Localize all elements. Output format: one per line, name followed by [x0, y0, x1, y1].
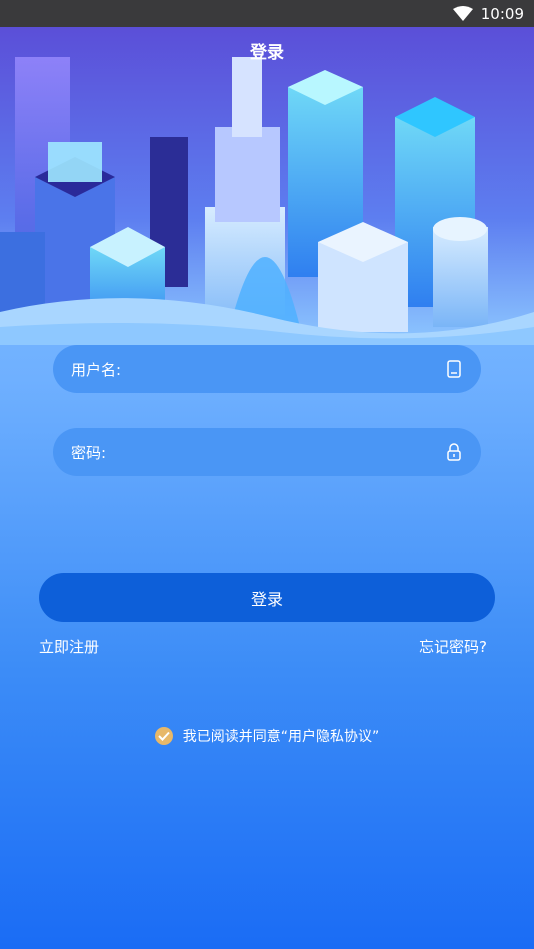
username-field[interactable]: 用户名:	[53, 345, 481, 393]
page-title: 登录	[250, 43, 284, 63]
register-link[interactable]: 立即注册	[39, 636, 99, 657]
agreement-text[interactable]: 我已阅读并同意“用户隐私协议”	[183, 726, 380, 746]
agreement: 我已阅读并同意“用户隐私协议”	[0, 726, 534, 746]
check-icon	[158, 731, 170, 741]
wifi-icon	[452, 5, 473, 21]
agreement-checkbox[interactable]	[154, 727, 173, 745]
status-time: 10:09	[480, 4, 524, 23]
lock-icon	[445, 442, 463, 462]
phone-icon	[445, 359, 463, 379]
password-label: 密码:	[71, 443, 107, 462]
password-field[interactable]: 密码:	[53, 428, 481, 476]
city-illustration	[0, 27, 534, 345]
username-label: 用户名:	[71, 360, 122, 379]
login-button[interactable]: 登录	[39, 573, 495, 622]
password-input[interactable]	[110, 442, 445, 462]
username-input[interactable]	[125, 359, 445, 379]
forgot-password-link[interactable]: 忘记密码?	[419, 636, 487, 657]
status-bar: 10:09	[0, 0, 534, 27]
